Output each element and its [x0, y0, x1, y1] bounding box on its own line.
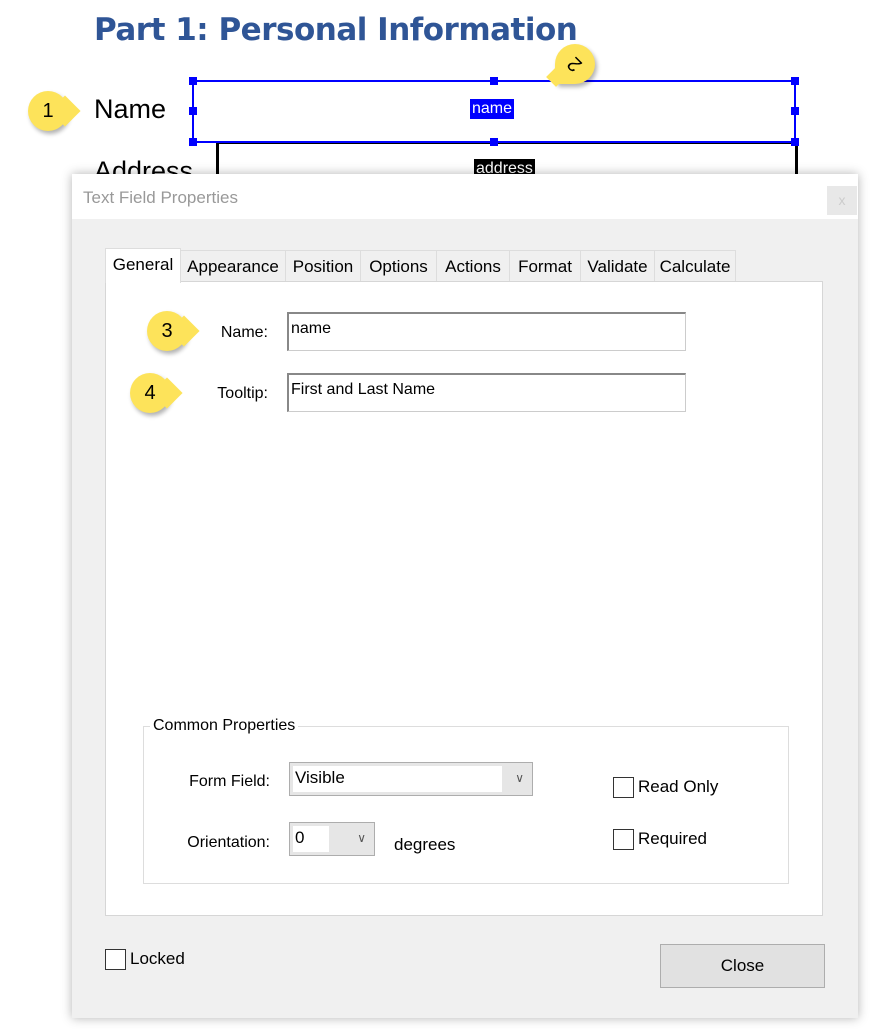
dialog-title: Text Field Properties	[83, 188, 238, 207]
chevron-down-icon: ∨	[357, 831, 366, 845]
resize-handle[interactable]	[490, 138, 498, 146]
orientation-label: Orientation:	[187, 834, 270, 851]
tab-general[interactable]: General	[105, 248, 181, 283]
name-field-name: name	[470, 99, 515, 119]
orientation-select[interactable]: 0 ∨	[289, 822, 375, 856]
tab-calculate[interactable]: Calculate	[654, 250, 736, 282]
resize-handle[interactable]	[791, 107, 799, 115]
resize-handle[interactable]	[791, 138, 799, 146]
form-field-select[interactable]: Visible ∨	[289, 762, 533, 796]
page-title: Part 1: Personal Information	[94, 12, 578, 48]
required-label: Required	[638, 829, 707, 848]
close-icon[interactable]: x	[827, 186, 857, 215]
resize-handle[interactable]	[490, 77, 498, 85]
resize-handle[interactable]	[189, 77, 197, 85]
read-only-checkbox[interactable]	[613, 777, 634, 798]
resize-handle[interactable]	[791, 77, 799, 85]
tab-actions[interactable]: Actions	[436, 250, 510, 282]
tab-options[interactable]: Options	[360, 250, 437, 282]
chevron-down-icon: ∨	[515, 771, 524, 785]
resize-handle[interactable]	[189, 107, 197, 115]
tab-position[interactable]: Position	[285, 250, 361, 282]
tab-validate[interactable]: Validate	[580, 250, 655, 282]
form-field-label: Form Field:	[189, 773, 270, 790]
callout-1: 1	[28, 91, 81, 131]
callout-3: 3	[147, 311, 200, 351]
orientation-value: 0	[293, 826, 329, 852]
name-field-label: Name:	[220, 324, 268, 341]
callout-2: 2	[546, 44, 595, 87]
callout-4: 4	[130, 373, 183, 413]
degrees-label: degrees	[394, 835, 456, 854]
general-panel: Name: name Tooltip: First and Last Name …	[105, 281, 823, 916]
close-button[interactable]: Close	[660, 944, 825, 988]
text-field-properties-dialog: Text Field Properties x General Appearan…	[72, 174, 858, 1018]
read-only-label: Read Only	[638, 777, 719, 796]
tooltip-input[interactable]: First and Last Name	[287, 373, 686, 412]
tab-appearance[interactable]: Appearance	[180, 250, 286, 282]
name-label: Name	[94, 94, 167, 124]
form-field-value: Visible	[293, 766, 502, 792]
common-properties-title: Common Properties	[150, 717, 299, 735]
locked-label: Locked	[130, 949, 185, 968]
name-input[interactable]: name	[287, 312, 686, 351]
locked-checkbox[interactable]	[105, 949, 126, 970]
required-checkbox[interactable]	[613, 829, 634, 850]
tooltip-field-label: Tooltip:	[217, 385, 268, 402]
common-properties-group: Common Properties Form Field: Visible ∨ …	[143, 717, 789, 884]
tab-format[interactable]: Format	[509, 250, 581, 282]
resize-handle[interactable]	[189, 138, 197, 146]
